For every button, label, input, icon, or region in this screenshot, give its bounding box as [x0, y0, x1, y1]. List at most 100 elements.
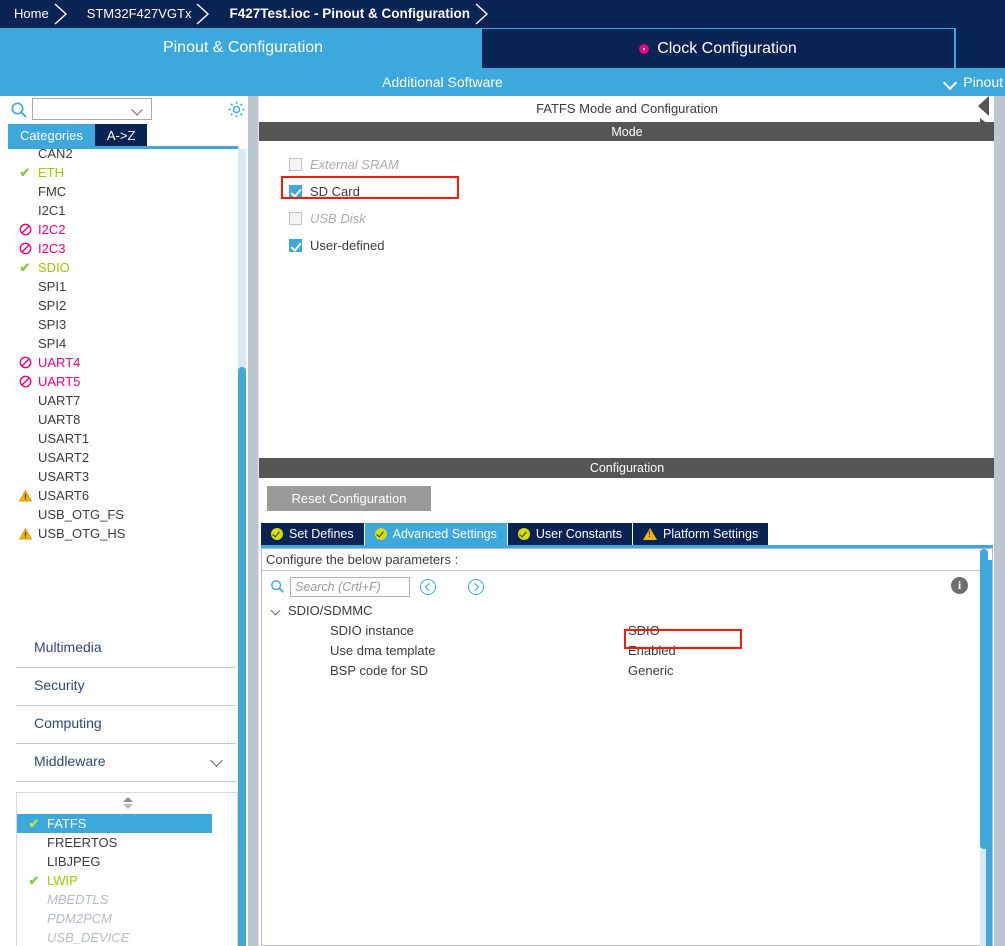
middleware-item-usb-device: USB_DEVICE: [17, 928, 237, 946]
pinout-view-dropdown[interactable]: Pinout: [945, 68, 1005, 96]
checkbox-checked-icon[interactable]: [289, 238, 302, 252]
tab-set-defines[interactable]: Set Defines: [261, 523, 364, 545]
middleware-item-libjpeg[interactable]: LIBJPEG: [17, 852, 237, 871]
parameter-name: Use dma template: [330, 643, 436, 658]
peripheral-label: USART2: [38, 450, 90, 465]
breadcrumb-item-mcu[interactable]: STM32F427VGTx: [73, 0, 194, 28]
parameter-row-use-dma-template[interactable]: Use dma template Enabled: [270, 641, 970, 661]
peripheral-item-usart6[interactable]: USART6: [8, 486, 238, 505]
sidebar-category-computing[interactable]: Computing: [16, 706, 236, 744]
check-circle-icon: [271, 528, 283, 540]
tab-platform-settings-label: Platform Settings: [663, 527, 759, 541]
breadcrumb-item-current[interactable]: F427Test.ioc - Pinout & Configuration: [215, 0, 472, 28]
sidebar-category-multimedia[interactable]: Multimedia: [16, 630, 236, 668]
mode-checkbox-user-defined[interactable]: User-defined: [289, 236, 384, 254]
peripheral-item-fmc[interactable]: FMC: [8, 182, 238, 201]
middleware-item-freertos[interactable]: FREERTOS: [17, 833, 237, 852]
peripheral-item-usart1[interactable]: USART1: [8, 429, 238, 448]
peripheral-item-spi1[interactable]: SPI1: [8, 277, 238, 296]
peripheral-label: ETH: [38, 165, 64, 180]
checkbox-checked-icon[interactable]: [289, 184, 302, 198]
peripheral-label: UART4: [38, 355, 81, 370]
additional-software-label: Additional Software: [382, 74, 503, 90]
parameter-value[interactable]: Generic: [628, 661, 674, 681]
tab-advanced-settings[interactable]: Advanced Settings: [364, 523, 507, 545]
peripheral-item-spi2[interactable]: SPI2: [8, 296, 238, 315]
peripheral-item-usb-otg-fs[interactable]: USB_OTG_FS: [8, 505, 238, 524]
peripheral-item-i2c3[interactable]: I2C3: [8, 239, 238, 258]
tab-overflow-area[interactable]: [956, 28, 1005, 68]
configuration-header-label: Configuration: [589, 461, 665, 475]
mode-checkbox-usb-disk: USB Disk: [289, 209, 366, 227]
peripheral-search-combo[interactable]: [32, 98, 152, 120]
peripheral-item-usb-otg-hs[interactable]: USB_OTG_HS: [8, 524, 238, 543]
peripheral-item-i2c1[interactable]: I2C1: [8, 201, 238, 220]
breadcrumb-item-home[interactable]: Home: [0, 0, 51, 28]
collapse-left-arrow-icon[interactable]: [978, 96, 989, 116]
middleware-item-lwip[interactable]: ✔ LWIP: [17, 871, 237, 890]
tab-user-constants-label: User Constants: [535, 527, 623, 541]
panel-collapse-controls[interactable]: [978, 96, 994, 136]
status-none-icon: [16, 201, 34, 220]
left-panel-scrollbar[interactable]: [238, 149, 246, 946]
configuration-body: Configure the below parameters : Search …: [261, 548, 993, 946]
status-none-icon: [16, 182, 34, 201]
right-outer-scrollbar[interactable]: [994, 96, 1005, 946]
left-panel-scrollbar-thumb[interactable]: [238, 367, 246, 946]
page-title-label: FATFS Mode and Configuration: [536, 101, 718, 116]
peripheral-label: FMC: [38, 184, 67, 199]
parameter-group-sdio-sdmmc[interactable]: SDIO/SDMMC: [270, 601, 970, 621]
tab-a-to-z[interactable]: A->Z: [94, 124, 148, 146]
tab-pinout-configuration[interactable]: Pinout & Configuration: [6, 28, 480, 68]
mode-panel: External SRAM SD Card USB Disk User-defi…: [259, 141, 995, 451]
peripheral-item-spi4[interactable]: SPI4: [8, 334, 238, 353]
peripheral-item-uart5[interactable]: UART5: [8, 372, 238, 391]
peripheral-item-i2c2[interactable]: I2C2: [8, 220, 238, 239]
mode-option-label: USB Disk: [310, 210, 366, 226]
chevron-right-circle-icon[interactable]: [468, 579, 484, 595]
peripheral-label: USART1: [38, 431, 90, 446]
reset-configuration-button[interactable]: Reset Configuration: [267, 486, 431, 511]
gear-icon[interactable]: [227, 100, 246, 119]
status-none-icon: [16, 467, 34, 486]
peripheral-item-sdio[interactable]: ✔ SDIO: [8, 258, 238, 277]
parameter-row-bsp-code-for-sd[interactable]: BSP code for SD Generic: [270, 661, 970, 681]
sidebar-category-security[interactable]: Security: [16, 668, 236, 706]
peripheral-item-usart2[interactable]: USART2: [8, 448, 238, 467]
peripheral-item-spi3[interactable]: SPI3: [8, 315, 238, 334]
tab-user-constants[interactable]: User Constants: [507, 523, 633, 545]
status-ok-icon: ✔: [28, 873, 40, 888]
expand-right-arrow-icon[interactable]: [980, 118, 989, 132]
status-none-icon: [16, 391, 34, 410]
peripheral-item-can2[interactable]: CAN2: [8, 149, 238, 163]
tab-clock-configuration[interactable]: Clock Configuration: [482, 29, 954, 68]
peripheral-item-usart3[interactable]: USART3: [8, 467, 238, 486]
peripheral-label: CAN2: [38, 149, 73, 161]
parameter-value[interactable]: Enabled: [628, 641, 676, 661]
middleware-item-fatfs[interactable]: ✔ FATFS: [17, 814, 212, 833]
left-outer-scrollbar[interactable]: [248, 96, 258, 946]
peripheral-item-uart8[interactable]: UART8: [8, 410, 238, 429]
parameter-value[interactable]: SDIO: [628, 621, 660, 641]
peripheral-item-eth[interactable]: ✔ ETH: [8, 163, 238, 182]
search-icon: [270, 579, 285, 594]
peripheral-item-uart7[interactable]: UART7: [8, 391, 238, 410]
chevron-left-circle-icon[interactable]: [420, 579, 436, 595]
peripheral-item-uart4[interactable]: UART4: [8, 353, 238, 372]
parameter-search-input[interactable]: Search (Crtl+F): [290, 577, 410, 597]
stm32cubemx-window: Home STM32F427VGTx F427Test.ioc - Pinout…: [0, 0, 1005, 946]
status-none-icon: [16, 448, 34, 467]
sidebar-category-middleware[interactable]: Middleware: [16, 744, 236, 782]
peripheral-label: I2C3: [38, 241, 66, 256]
mode-checkbox-sd-card[interactable]: SD Card: [289, 182, 360, 200]
tab-categories[interactable]: Categories: [8, 124, 95, 146]
parameter-row-sdio-instance[interactable]: SDIO instance SDIO: [270, 621, 970, 641]
info-icon[interactable]: i: [951, 577, 968, 594]
configuration-hint: Configure the below parameters :: [262, 549, 992, 571]
right-panel-scrollbar-thumb[interactable]: [986, 560, 992, 946]
peripheral-list-scroll[interactable]: CAN2 ✔ ETH FMC I2C1 I2C2 I2C3 ✔ SDIO SPI…: [8, 149, 238, 946]
resize-handle-icon[interactable]: [121, 797, 135, 811]
tab-platform-settings[interactable]: Platform Settings: [633, 523, 769, 545]
additional-software-button[interactable]: Additional Software: [0, 68, 1005, 96]
chevron-down-icon[interactable]: [272, 607, 281, 616]
